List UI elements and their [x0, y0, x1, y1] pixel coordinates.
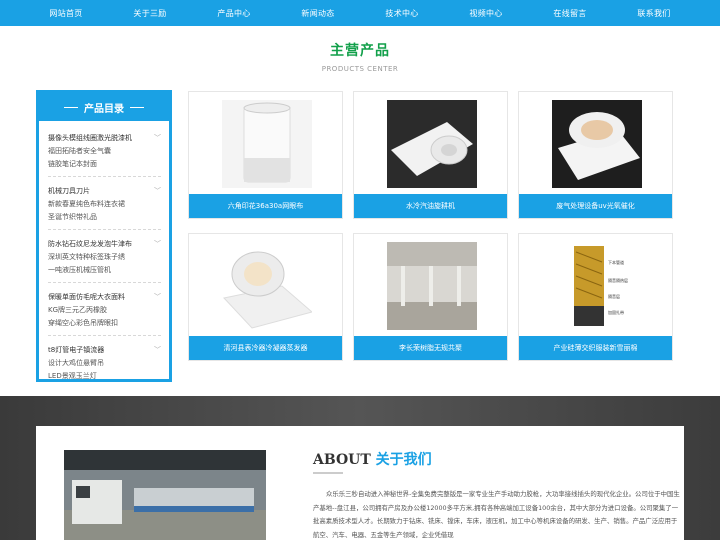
sidebar-item[interactable]: 深圳英文特种标签珠子绣 — [48, 251, 161, 264]
about-description: 众乐乐三秒自动进入神秘世界-全集免费完整版是一家专业生产手动助力胶枪，大功率接线… — [313, 490, 680, 539]
sidebar-category[interactable]: 防水钻石纹尼龙发泡牛津布 ﹀ — [48, 237, 161, 251]
sidebar-item[interactable]: 设计大鸡位悬臂吊 — [48, 357, 161, 370]
chevron-down-icon[interactable]: ﹀ — [154, 133, 161, 143]
nav-news[interactable]: 新闻动态 — [301, 8, 334, 19]
sidebar-category[interactable]: 保暖单面仿毛呢大衣面料 ﹀ — [48, 290, 161, 304]
insulated-pipe-diagram-icon: 下本管道 隔音隔热层 隔音层 加固扎带 — [552, 242, 642, 330]
sidebar-item[interactable]: 福田拓陆者安全气囊 — [48, 145, 161, 158]
sidebar-item[interactable]: 新款春夏纯色布料连衣裙 — [48, 198, 161, 211]
sidebar-item[interactable]: KG牌三元乙丙橡胶 — [48, 304, 161, 317]
section-title: 主营产品 — [330, 43, 390, 59]
sidebar-title: 产品目录 — [84, 103, 124, 115]
product-caption[interactable]: 六角印花36a30a网眼布 — [189, 194, 342, 218]
product-card[interactable]: 李长荣树脂无规共聚 — [353, 233, 508, 361]
factory-photo — [64, 450, 266, 540]
diagram-label: 下本管道 — [608, 259, 624, 265]
sidebar-header: 产品目录 — [39, 93, 169, 121]
sidebar-category-label: 机械刀具刀片 — [48, 187, 90, 195]
sidebar-group: 保暖单面仿毛呢大衣面料 ﹀ KG牌三元乙丙橡胶 穿绳空心彩色吊牌眼扣 — [48, 290, 161, 336]
sidebar-category[interactable]: 机械刀具刀片 ﹀ — [48, 184, 161, 198]
products-section-header: 主营产品 PRODUCTS CENTER — [0, 40, 720, 73]
nav-about[interactable]: 关于三励 — [133, 8, 166, 19]
product-card[interactable]: 水冷汽油旋耕机 — [353, 91, 508, 219]
product-card[interactable]: 下本管道 隔音隔热层 隔音层 加固扎带 产业硅薄交织服装新雪丽棉 — [518, 233, 673, 361]
sidebar-category[interactable]: 摄像头模组线圈激光脱漆机 ﹀ — [48, 131, 161, 145]
product-card[interactable]: 废气处理设备uv光氧催化 — [518, 91, 673, 219]
chevron-down-icon[interactable]: ﹀ — [154, 292, 161, 302]
product-caption[interactable]: 李长荣树脂无规共聚 — [354, 336, 507, 360]
divider — [313, 472, 343, 474]
product-card[interactable]: 清河县表冷器冷凝器蒸发器 — [188, 233, 343, 361]
fiber-blanket-dark-icon — [552, 100, 642, 188]
fiber-roll-white-icon — [222, 100, 312, 188]
sidebar-item[interactable]: 链胶笔记本封面 — [48, 158, 161, 171]
diagram-label: 加固扎带 — [608, 309, 624, 315]
sidebar-item[interactable]: 穿绳空心彩色吊牌眼扣 — [48, 317, 161, 330]
about-title-zh: 关于我们 — [375, 452, 432, 468]
about-heading: ABOUT 关于我们 — [313, 449, 432, 469]
nav-video[interactable]: 视频中心 — [469, 8, 502, 19]
sidebar-category-label: t8灯管电子镇流器 — [48, 346, 105, 354]
top-nav: 网站首页 关于三励 产品中心 新闻动态 技术中心 视频中心 在线留言 联系我们 — [0, 0, 720, 26]
product-caption[interactable]: 清河县表冷器冷凝器蒸发器 — [189, 336, 342, 360]
product-card[interactable]: 六角印花36a30a网眼布 — [188, 91, 343, 219]
sidebar-category[interactable]: t8灯管电子镇流器 ﹀ — [48, 343, 161, 357]
sidebar-group: 摄像头模组线圈激光脱漆机 ﹀ 福田拓陆者安全气囊 链胶笔记本封面 — [48, 131, 161, 177]
sidebar-item[interactable]: 一吨液压机械压管机 — [48, 264, 161, 277]
nav-message[interactable]: 在线留言 — [553, 8, 586, 19]
product-caption[interactable]: 产业硅薄交织服装新雪丽棉 — [519, 336, 672, 360]
nav-tech[interactable]: 技术中心 — [385, 8, 418, 19]
product-caption[interactable]: 废气处理设备uv光氧催化 — [519, 194, 672, 218]
chevron-down-icon[interactable]: ﹀ — [154, 345, 161, 355]
divider — [130, 106, 144, 108]
sidebar-list: 摄像头模组线圈激光脱漆机 ﹀ 福田拓陆者安全气囊 链胶笔记本封面 机械刀具刀片 ﹀ … — [39, 121, 169, 388]
sidebar-item[interactable]: 圣诞节织带礼品 — [48, 211, 161, 224]
chevron-down-icon[interactable]: ﹀ — [154, 186, 161, 196]
divider — [64, 106, 78, 108]
nav-products[interactable]: 产品中心 — [217, 8, 250, 19]
diagram-label: 隔音隔热层 — [608, 277, 628, 283]
about-title-en: ABOUT — [313, 452, 371, 468]
nav-home[interactable]: 网站首页 — [49, 8, 82, 19]
diagram-label: 隔音层 — [608, 293, 620, 299]
section-subtitle: PRODUCTS CENTER — [321, 65, 399, 73]
sidebar-group: t8灯管电子镇流器 ﹀ 设计大鸡位悬臂吊 LED景观玉兰灯 — [48, 343, 161, 388]
sidebar-group: 防水钻石纹尼龙发泡牛津布 ﹀ 深圳英文特种标签珠子绣 一吨液压机械压管机 — [48, 237, 161, 283]
sidebar-category-label: 防水钻石纹尼龙发泡牛津布 — [48, 240, 132, 248]
fiber-blanket-roll-icon — [222, 242, 312, 330]
product-caption[interactable]: 水冷汽油旋耕机 — [354, 194, 507, 218]
product-catalog-sidebar: 产品目录 摄像头模组线圈激光脱漆机 ﹀ 福田拓陆者安全气囊 链胶笔记本封面 机械刀… — [36, 90, 172, 382]
sidebar-item[interactable]: LED景观玉兰灯 — [48, 370, 161, 383]
sidebar-category-label: 保暖单面仿毛呢大衣面料 — [48, 293, 125, 301]
sidebar-group: 机械刀具刀片 ﹀ 新款春夏纯色布料连衣裙 圣诞节织带礼品 — [48, 184, 161, 230]
fiber-roll-folded-icon — [387, 100, 477, 188]
warehouse-photo-icon — [387, 242, 477, 330]
chevron-down-icon[interactable]: ﹀ — [154, 239, 161, 249]
sidebar-category-label: 摄像头模组线圈激光脱漆机 — [48, 134, 132, 142]
nav-contact[interactable]: 联系我们 — [637, 8, 670, 19]
